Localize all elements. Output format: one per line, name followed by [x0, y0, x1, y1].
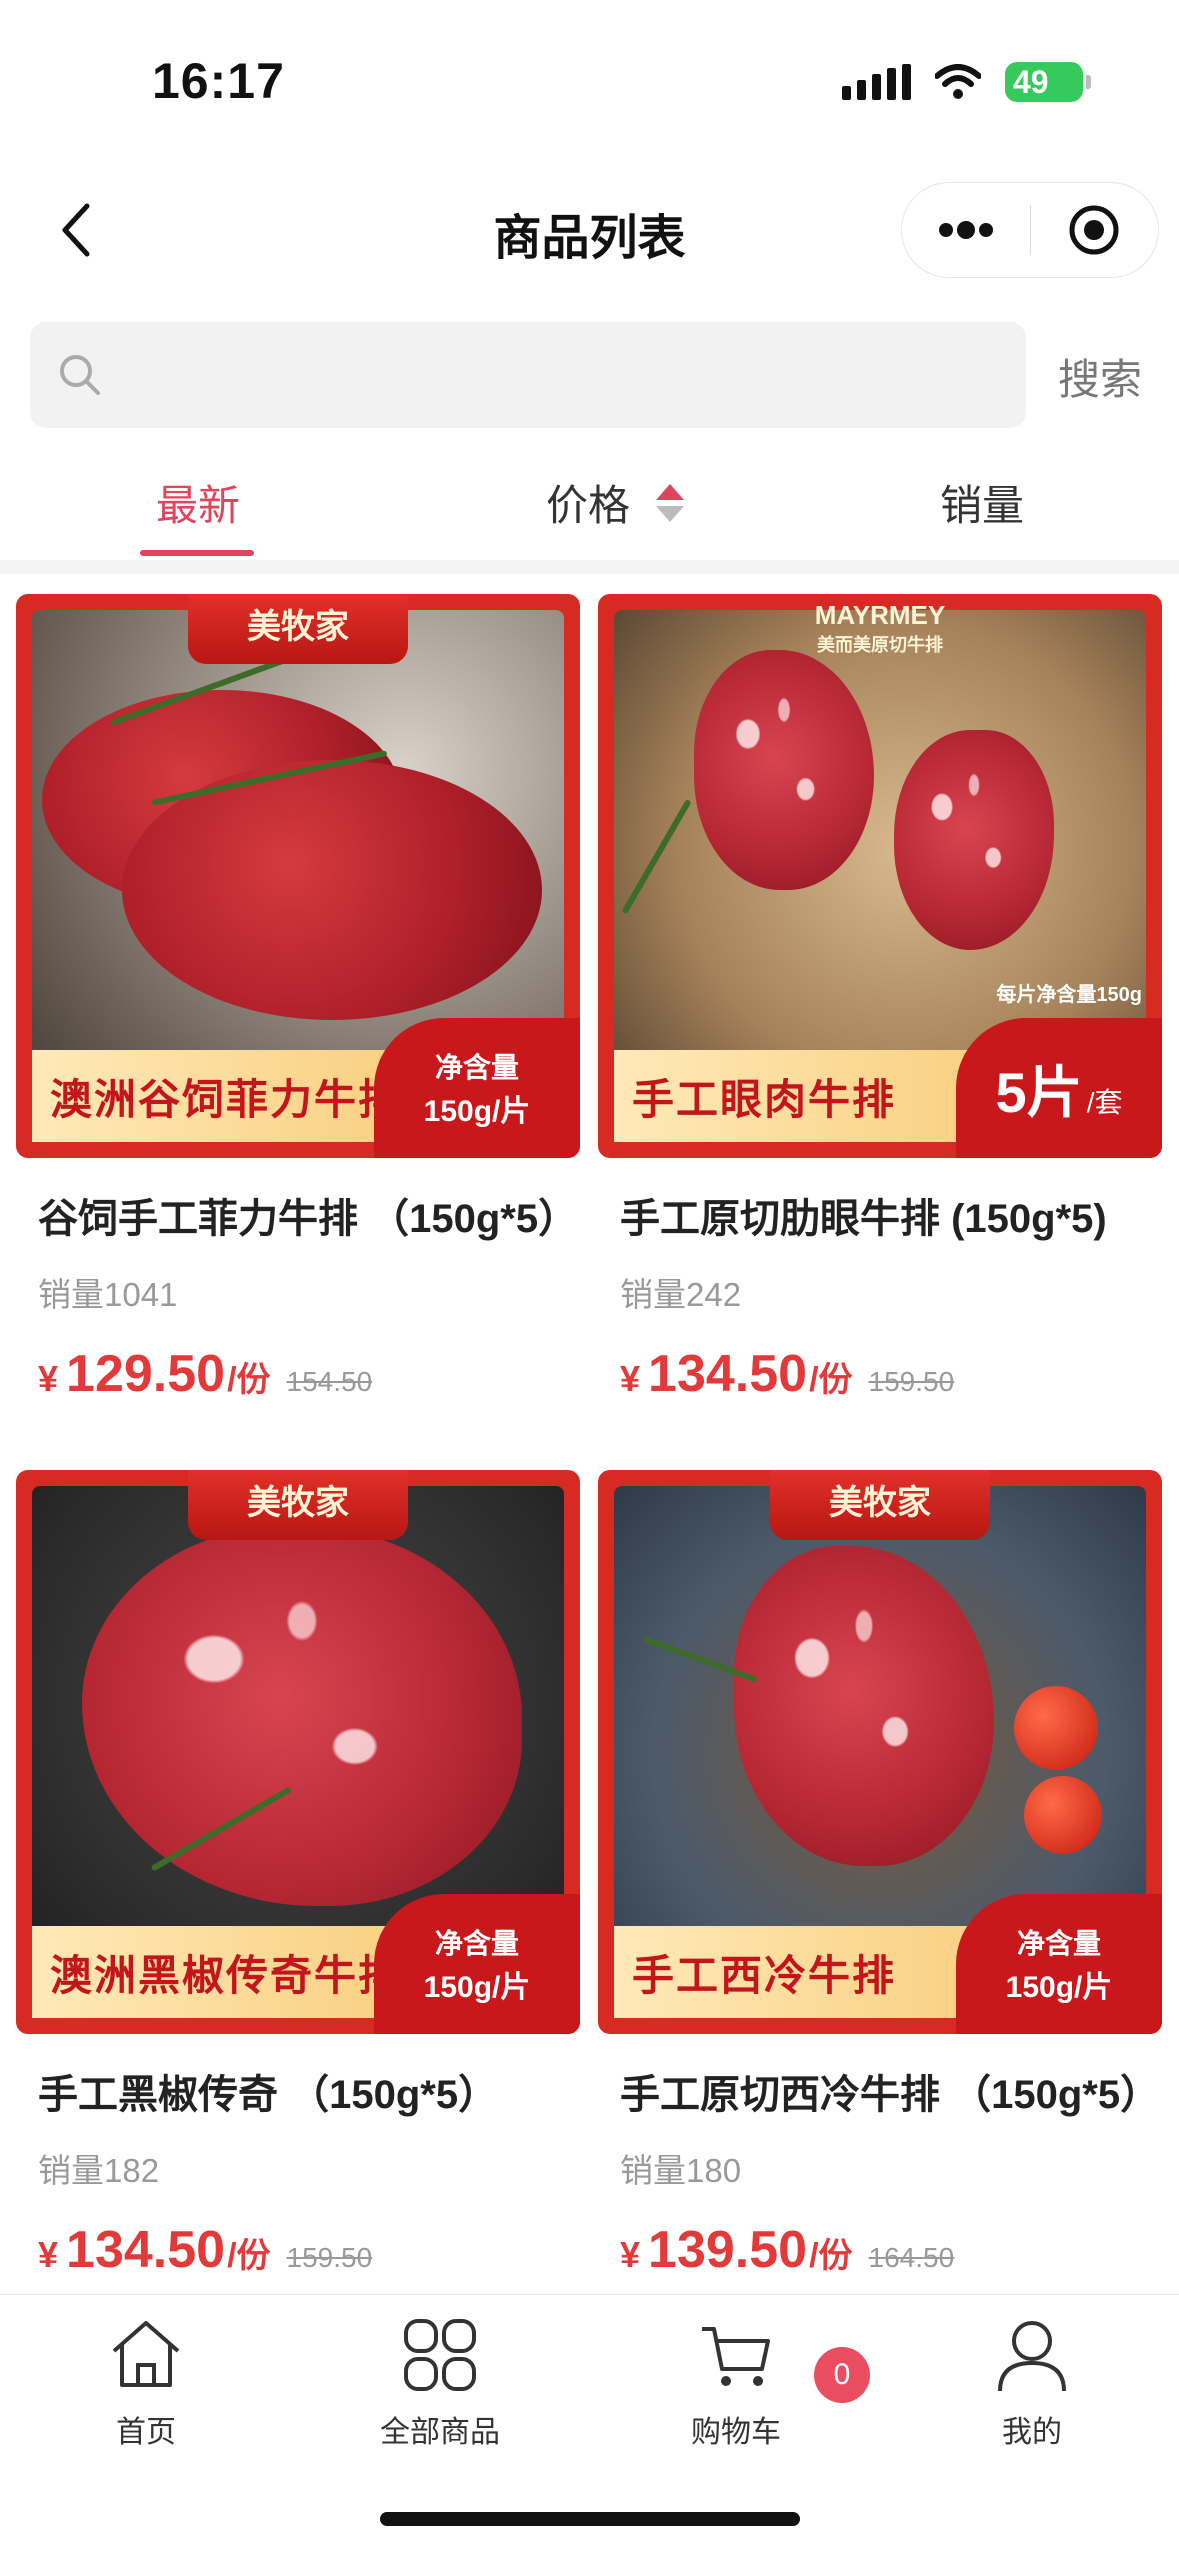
more-dots-icon: [938, 221, 993, 239]
product-price: ¥ 134.50 /份 159.50: [38, 2221, 373, 2279]
tab-price-label: 价格: [546, 482, 631, 529]
tab-newest[interactable]: 最新: [156, 472, 240, 533]
steak-shape: [734, 1546, 994, 1866]
mini-program-capsule: [901, 182, 1159, 278]
product-grid: 美牧家 澳洲谷饲菲力牛排 净含量 150g/片 谷饲手工菲力牛排 （150g*5…: [0, 574, 1179, 2294]
search-button[interactable]: 搜索: [1058, 346, 1142, 407]
steak-shape: [82, 1526, 522, 1906]
status-time: 16:17: [152, 53, 285, 109]
nav-bar: 商品列表: [0, 170, 1179, 290]
cart-count-badge: 0: [814, 2347, 870, 2403]
product-sales: 销量242: [620, 1276, 742, 1313]
product-price: ¥ 129.50 /份 154.50: [38, 1345, 373, 1403]
product-image: MAYRMEY 美而美原切牛排 每片净含量150g 手工眼肉牛排 5片/套: [598, 594, 1162, 1158]
product-card[interactable]: 美牧家 澳洲谷饲菲力牛排 净含量 150g/片 谷饲手工菲力牛排 （150g*5…: [16, 594, 580, 1404]
sort-arrows-icon: [656, 483, 685, 522]
product-title: 手工原切肋眼牛排 (150g*5): [620, 1197, 1107, 1241]
close-miniprogram-button[interactable]: [1031, 183, 1159, 277]
tab-sales[interactable]: 销量: [940, 472, 1024, 533]
brand-logo: MAYRMEY 美而美原切牛排: [814, 600, 946, 655]
grid-icon: [404, 2319, 476, 2391]
pieces-badge: 5片/套: [956, 1018, 1162, 1158]
brand-logo: 美牧家: [188, 1470, 408, 1540]
product-card[interactable]: 美牧家 澳洲黑椒传奇牛排 净含量 150g/片 手工黑椒传奇 （150g*5） …: [16, 1470, 580, 2280]
product-image: 美牧家 手工西冷牛排 净含量 150g/片: [598, 1470, 1162, 2034]
net-weight-badge: 净含量 150g/片: [374, 1894, 580, 2034]
sort-tabs: 最新 价格 销量: [0, 460, 1179, 560]
home-icon: [112, 2321, 180, 2387]
original-price: 159.50: [868, 1366, 955, 1397]
user-icon: [998, 2321, 1066, 2392]
tomato-shape: [1024, 1776, 1102, 1854]
original-price: 159.50: [286, 2242, 373, 2273]
product-title: 手工原切西冷牛排 （150g*5）: [620, 2073, 1161, 2117]
product-price: ¥ 134.50 /份 159.50: [620, 1345, 955, 1403]
more-button[interactable]: [902, 183, 1030, 277]
product-price: ¥ 139.50 /份 164.50: [620, 2221, 955, 2279]
weight-note: 每片净含量150g: [996, 984, 1142, 1006]
product-title: 谷饲手工菲力牛排 （150g*5）: [38, 1197, 579, 1241]
brand-logo: 美牧家: [188, 594, 408, 664]
status-icons: 49: [842, 62, 1091, 102]
steak-shape: [694, 650, 874, 890]
active-tab-indicator: [140, 550, 254, 556]
tomato-shape: [1014, 1686, 1098, 1770]
brand-logo: 美牧家: [770, 1470, 990, 1540]
rosemary-shape: [621, 798, 692, 915]
product-card[interactable]: MAYRMEY 美而美原切牛排 每片净含量150g 手工眼肉牛排 5片/套 手工…: [598, 594, 1162, 1404]
original-price: 154.50: [286, 1366, 373, 1397]
status-bar: 16:17 49: [0, 0, 1179, 170]
tabbar-mine[interactable]: 我的: [932, 2315, 1132, 2451]
original-price: 164.50: [868, 2242, 955, 2273]
cart-icon: [702, 2327, 770, 2386]
net-weight-badge: 净含量 150g/片: [956, 1894, 1162, 2034]
tabbar-all-products[interactable]: 全部商品: [340, 2315, 540, 2451]
tabbar-home[interactable]: 首页: [46, 2315, 246, 2451]
target-close-icon: [1069, 205, 1119, 255]
product-sales: 销量180: [620, 2152, 742, 2189]
tabbar-cart[interactable]: 购物车: [636, 2315, 836, 2451]
steak-shape: [894, 730, 1054, 950]
search-icon: [60, 355, 100, 395]
product-sales: 销量182: [38, 2152, 160, 2189]
product-sales: 销量1041: [38, 1276, 178, 1313]
product-title: 手工黑椒传奇 （150g*5）: [38, 2073, 499, 2117]
search-box: [30, 322, 1026, 428]
home-indicator: [380, 2512, 800, 2526]
search-input[interactable]: [122, 353, 1026, 397]
battery-icon: 49: [1005, 62, 1091, 102]
tab-price[interactable]: 价格: [546, 472, 685, 533]
section-divider: [0, 560, 1179, 574]
product-image: 美牧家 澳洲谷饲菲力牛排 净含量 150g/片: [16, 594, 580, 1158]
wifi-icon: [935, 64, 981, 99]
product-image: 美牧家 澳洲黑椒传奇牛排 净含量 150g/片: [16, 1470, 580, 2034]
net-weight-badge: 净含量 150g/片: [374, 1018, 580, 1158]
signal-icon: [842, 64, 911, 100]
product-card[interactable]: 美牧家 手工西冷牛排 净含量 150g/片 手工原切西冷牛排 （150g*5） …: [598, 1470, 1162, 2280]
